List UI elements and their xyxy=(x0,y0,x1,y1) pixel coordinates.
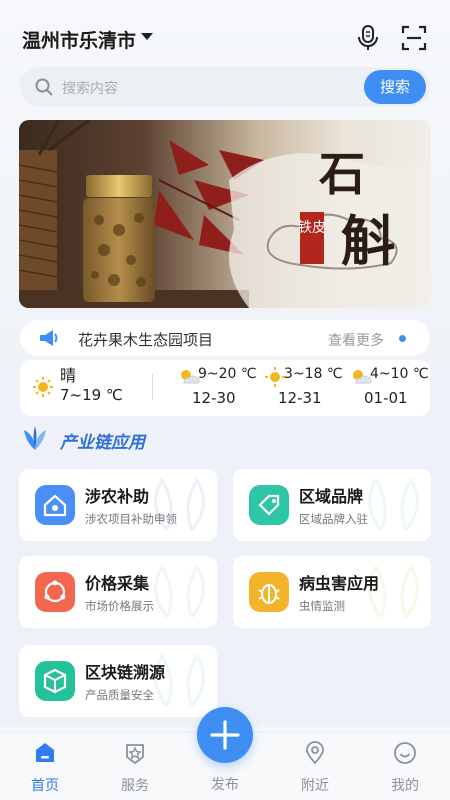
partly-cloudy-icon xyxy=(181,370,200,384)
view-more-link[interactable]: 查看更多 xyxy=(328,330,384,350)
forecast-day: 9~20 ℃ 12-30 xyxy=(178,364,278,414)
app-name: 区块链溯源 xyxy=(85,663,166,682)
tab-profile[interactable]: 我的 xyxy=(370,733,440,800)
banner-carousel[interactable]: 铁皮 石 斛 xyxy=(19,120,431,308)
forecast-date: 12-30 xyxy=(192,389,236,407)
forecast-day: 3~18 ℃ 12-31 xyxy=(264,364,364,414)
forecast-date: 01-01 xyxy=(364,389,408,407)
app-card-subsidy[interactable]: 涉农补助 涉农项目补助申领 xyxy=(19,469,217,541)
plus-icon xyxy=(210,720,240,750)
app-name: 价格采集 xyxy=(85,574,150,593)
app-card-traceability[interactable]: 区块链溯源 产品质量安全 xyxy=(19,645,217,717)
tab-home[interactable]: 首页 xyxy=(10,733,80,800)
publish-button[interactable] xyxy=(197,707,253,763)
app-card-brand[interactable]: 区域品牌 区域品牌入驻 xyxy=(233,469,431,541)
forecast-temp: 9~20 ℃ xyxy=(198,366,257,382)
app-desc: 涉农项目补助申领 xyxy=(85,512,177,526)
app-desc: 虫情监测 xyxy=(299,599,345,613)
megaphone-icon xyxy=(40,330,58,346)
service-icon xyxy=(126,744,144,765)
forecast-temp: 4~10 ℃ xyxy=(370,366,429,382)
forecast-temp: 3~18 ℃ xyxy=(284,366,343,382)
banner-calligraphy-2: 斛 xyxy=(341,209,395,273)
banner-image: 铁皮 石 斛 xyxy=(19,120,431,308)
notice-bar[interactable]: 花卉果木生态园项目 查看更多 xyxy=(20,320,430,356)
location-icon xyxy=(306,741,324,765)
tab-label: 服务 xyxy=(121,778,149,794)
weather-panel: 晴 7~19 ℃ 9~20 ℃ 12-30 3~18 ℃ 12-31 4~10 … xyxy=(20,360,430,416)
profile-icon xyxy=(394,742,416,764)
cube-icon xyxy=(35,661,75,701)
search-icon xyxy=(35,78,53,96)
weather-condition: 晴 xyxy=(60,366,77,385)
microphone-icon[interactable] xyxy=(356,24,380,52)
app-card-pest[interactable]: 病虫害应用 虫情监测 xyxy=(233,556,431,628)
tab-label: 附近 xyxy=(301,778,329,794)
tab-service[interactable]: 服务 xyxy=(100,733,170,800)
app-desc: 产品质量安全 xyxy=(85,688,154,702)
home-icon xyxy=(36,743,54,762)
partly-cloudy-icon xyxy=(353,370,372,384)
tab-label: 首页 xyxy=(31,778,59,794)
tab-nearby[interactable]: 附近 xyxy=(280,733,350,800)
search-button[interactable]: 搜索 xyxy=(364,70,426,104)
forecast-day: 4~10 ℃ 01-01 xyxy=(350,364,450,414)
forecast-date: 12-31 xyxy=(278,389,322,407)
section-title: 产业链应用 xyxy=(60,433,145,453)
app-name: 病虫害应用 xyxy=(299,574,380,593)
weather-divider xyxy=(152,374,153,400)
more-dot-icon xyxy=(399,335,406,342)
app-card-price[interactable]: 价格采集 市场价格展示 xyxy=(19,556,217,628)
refresh-icon xyxy=(35,572,75,612)
app-name: 涉农补助 xyxy=(85,487,150,506)
scan-icon[interactable] xyxy=(400,24,428,52)
header: 温州市乐清市 xyxy=(0,18,450,58)
city-selector[interactable]: 温州市乐清市 xyxy=(22,26,136,53)
banner-calligraphy: 石 xyxy=(319,147,365,201)
house-icon xyxy=(35,485,75,525)
sun-icon xyxy=(265,367,285,387)
sun-icon xyxy=(33,377,53,397)
tab-label: 我的 xyxy=(391,778,419,794)
banner-seal-top: 铁皮 xyxy=(298,220,326,236)
bug-icon xyxy=(249,572,289,612)
search-input[interactable]: 搜索内容 xyxy=(62,78,118,98)
tag-icon xyxy=(249,485,289,525)
app-desc: 市场价格展示 xyxy=(85,599,154,613)
notice-text[interactable]: 花卉果木生态园项目 xyxy=(78,329,213,350)
caret-down-icon[interactable] xyxy=(141,33,153,40)
tab-publish-label[interactable]: 发布 xyxy=(190,774,260,794)
leaf-icon xyxy=(24,426,46,450)
weather-range: 7~19 ℃ xyxy=(60,386,123,404)
app-name: 区域品牌 xyxy=(299,487,364,506)
app-desc: 区域品牌入驻 xyxy=(299,512,368,526)
